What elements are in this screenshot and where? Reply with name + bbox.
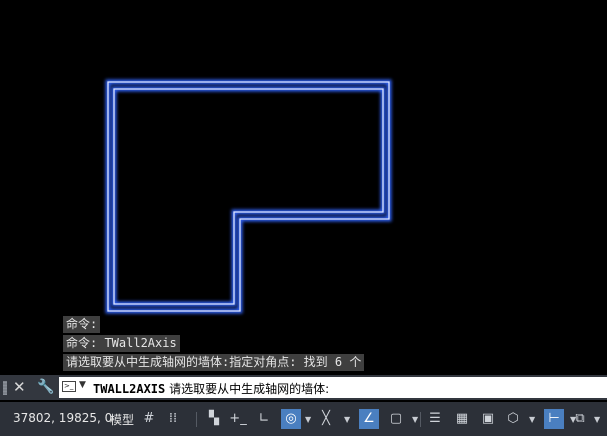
transparency-icon[interactable]: ▦: [452, 409, 472, 429]
wrench-icon[interactable]: 🔧: [37, 379, 54, 395]
selection-cycling-icon[interactable]: ▣: [478, 409, 498, 429]
chevron-down-icon[interactable]: ▼: [529, 415, 535, 424]
grid-icon[interactable]: #: [140, 409, 158, 429]
command-history-line: 命令:: [63, 316, 101, 333]
chevron-down-icon[interactable]: ▼: [412, 415, 418, 424]
drag-handle-icon[interactable]: [3, 381, 7, 395]
object-snap-icon[interactable]: ▢: [386, 409, 406, 429]
dynamic-input-icon[interactable]: +_: [229, 409, 247, 429]
gizmo-icon[interactable]: ⧉: [571, 409, 589, 429]
outer-wall-line: [107, 81, 390, 312]
polar-tracking-icon[interactable]: ◎: [281, 409, 301, 429]
command-name: TWALL2AXIS: [93, 382, 166, 396]
status-separator: [196, 412, 197, 427]
status-separator: [420, 412, 421, 427]
isodraft-icon[interactable]: ╳: [317, 409, 335, 429]
chevron-down-icon[interactable]: ▼: [305, 415, 311, 424]
ortho-icon[interactable]: ∟: [255, 409, 273, 429]
close-icon[interactable]: ✕: [13, 378, 26, 396]
infer-constraints-icon[interactable]: ▚: [205, 409, 223, 429]
selected-walls[interactable]: [105, 79, 392, 314]
command-history-line: 请选取要从中生成轴网的墙体:指定对角点: 找到 6 个: [63, 354, 365, 371]
model-space-button[interactable]: 模型: [110, 411, 134, 428]
lineweight-icon[interactable]: ☰: [426, 409, 444, 429]
command-line-bar: ✕ 🔧 >_ ▼ TWALL2AXIS 请选取要从中生成轴网的墙体:: [0, 375, 607, 400]
3d-osnap-icon[interactable]: ⬡: [503, 409, 523, 429]
snap-icon[interactable]: ⁞⁞: [164, 409, 182, 429]
chevron-down-icon[interactable]: ▼: [79, 380, 86, 390]
status-bar: 37802, 19825, 0 模型 # ⁞⁞ ▚ +_ ∟ ◎ ▼ ╳ ▼ ∠ ▢ ▼ ☰ ▦ ▣ ⬡ ▼ ⊢ ▼…: [0, 402, 607, 436]
command-history-line: 命令: TWall2Axis: [63, 335, 180, 352]
command-prompt-icon[interactable]: >_: [62, 381, 76, 392]
object-snap-tracking-icon[interactable]: ∠: [359, 409, 379, 429]
coordinate-readout[interactable]: 37802, 19825, 0: [13, 411, 112, 425]
inner-wall-line: [113, 88, 384, 305]
command-input[interactable]: >_ ▼ TWALL2AXIS 请选取要从中生成轴网的墙体:: [59, 377, 607, 398]
inner-wall-glow: [111, 86, 386, 307]
chevron-down-icon[interactable]: ▼: [344, 415, 350, 424]
command-prompt-text: TWALL2AXIS 请选取要从中生成轴网的墙体:: [93, 380, 329, 397]
drawing-canvas[interactable]: 命令: 命令: TWall2Axis 请选取要从中生成轴网的墙体:指定对角点: …: [0, 0, 607, 374]
outer-wall-glow: [105, 79, 392, 314]
command-prompt: 请选取要从中生成轴网的墙体:: [169, 382, 330, 396]
ucs-icon[interactable]: ⊢: [544, 409, 564, 429]
chevron-down-icon[interactable]: ▼: [594, 415, 600, 424]
